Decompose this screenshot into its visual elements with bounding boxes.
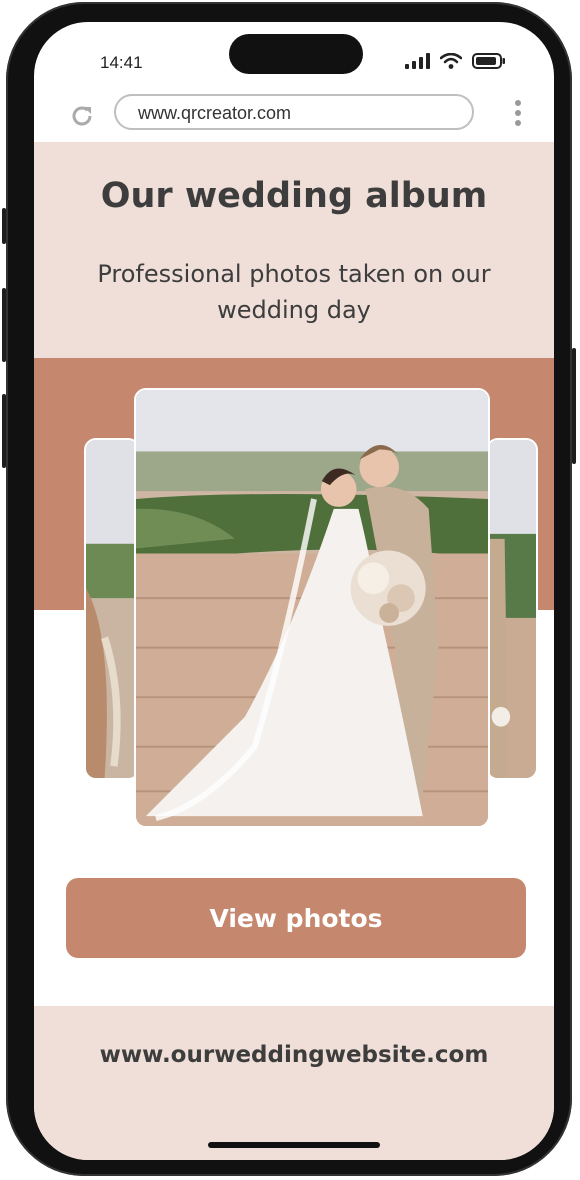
hero-section: Our wedding album Professional photos ta… xyxy=(34,142,554,358)
more-vert-icon[interactable] xyxy=(514,100,522,130)
footer: www.ourweddingwebsite.com xyxy=(34,1006,554,1160)
footer-website[interactable]: www.ourweddingwebsite.com xyxy=(34,1042,554,1068)
volume-down-button xyxy=(2,394,6,468)
browser-bar: www.qrcreator.com xyxy=(34,86,554,143)
power-button xyxy=(572,348,576,464)
wifi-icon xyxy=(440,53,462,69)
battery-icon xyxy=(472,53,506,69)
reload-icon[interactable] xyxy=(68,102,96,130)
screen: 14:41 www.qrcreator.com Our wedding albu… xyxy=(34,22,554,1160)
page-title: Our wedding album xyxy=(100,176,488,216)
wedding-photo-main[interactable] xyxy=(134,388,490,828)
mute-switch xyxy=(2,208,6,244)
wedding-photo-right[interactable] xyxy=(486,438,538,780)
address-bar[interactable]: www.qrcreator.com xyxy=(114,94,474,130)
dynamic-island xyxy=(229,34,363,74)
signal-icon xyxy=(405,53,430,69)
status-time: 14:41 xyxy=(100,53,143,72)
volume-up-button xyxy=(2,288,6,362)
status-icons xyxy=(405,53,506,69)
home-indicator xyxy=(208,1142,380,1148)
wedding-photo-left[interactable] xyxy=(84,438,140,780)
phone-frame: 14:41 www.qrcreator.com Our wedding albu… xyxy=(2,2,576,1176)
view-photos-button[interactable]: View photos xyxy=(66,878,526,958)
page-subtitle: Professional photos taken on our wedding… xyxy=(97,260,491,324)
